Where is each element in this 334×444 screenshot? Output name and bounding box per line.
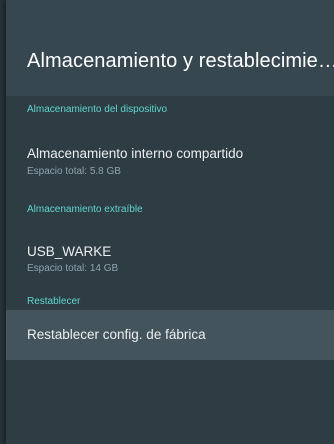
internal-storage-subtitle: Espacio total: 5.8 GB: [27, 166, 121, 177]
section-header-removable-storage: Almacenamiento extraíble: [27, 204, 143, 215]
section-header-device-storage: Almacenamiento del dispositivo: [27, 104, 168, 115]
usb-storage-subtitle: Espacio total: 14 GB: [27, 263, 119, 274]
list-item-usb-storage[interactable]: USB_WARKE Espacio total: 14 GB: [6, 230, 334, 278]
internal-storage-title: Almacenamiento interno compartido: [27, 146, 244, 161]
list-item-internal-storage[interactable]: Almacenamiento interno compartido Espaci…: [6, 132, 334, 180]
settings-panel: Almacenamiento y restablecimie… Almacena…: [6, 0, 334, 444]
list-item-factory-reset[interactable]: Restablecer config. de fábrica: [6, 310, 334, 360]
page-title: Almacenamiento y restablecimie…: [27, 50, 334, 72]
settings-list: Almacenamiento del dispositivo Almacenam…: [6, 96, 334, 444]
section-header-reset: Restablecer: [27, 296, 81, 307]
factory-reset-title: Restablecer config. de fábrica: [27, 327, 206, 342]
title-bar: Almacenamiento y restablecimie…: [6, 0, 334, 96]
usb-storage-title: USB_WARKE: [27, 244, 112, 259]
